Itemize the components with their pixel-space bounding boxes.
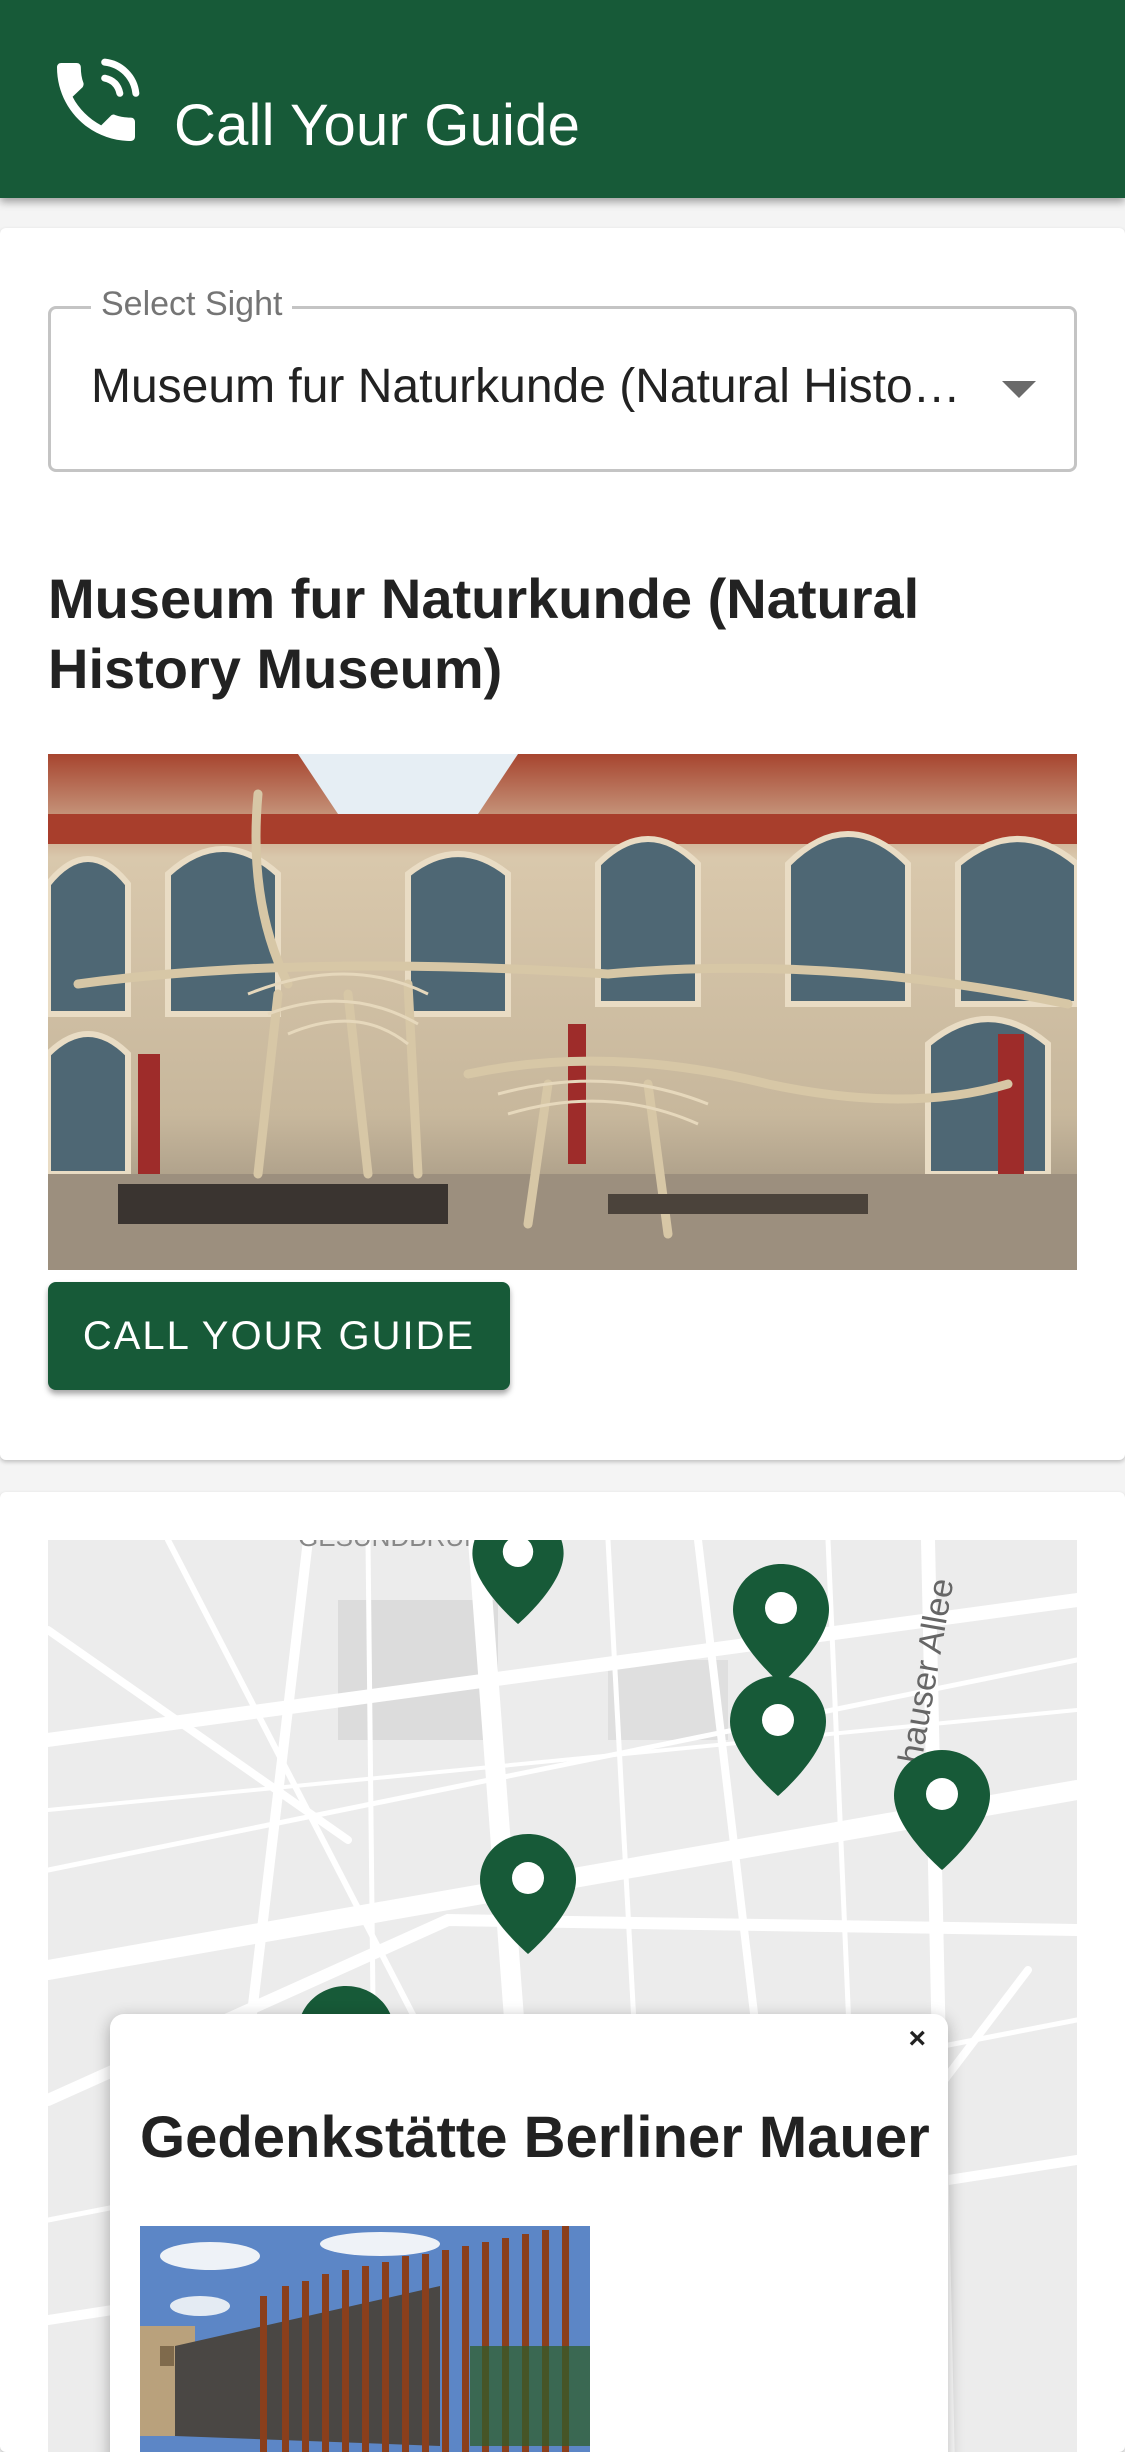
map-pin-icon[interactable]	[730, 1676, 826, 1796]
map[interactable]: GESUNDBRUNNEN hauser Allee × Gedenkstätt…	[48, 1540, 1077, 2452]
map-pin-icon[interactable]	[480, 1834, 576, 1954]
map-pin-icon[interactable]	[733, 1564, 829, 1684]
phone-icon	[57, 58, 140, 141]
sight-photo	[48, 754, 1077, 1270]
popup-photo	[140, 2226, 590, 2452]
popup-title: Gedenkstätte Berliner Mauer	[140, 2105, 930, 2170]
map-pin-icon[interactable]	[470, 1540, 566, 1624]
map-card: GESUNDBRUNNEN hauser Allee × Gedenkstätt…	[0, 1492, 1125, 2452]
sight-card: Select Sight Museum fur Naturkunde (Natu…	[0, 228, 1125, 1460]
call-guide-button[interactable]: CALL YOUR GUIDE	[48, 1282, 510, 1390]
chevron-down-icon[interactable]	[1002, 381, 1036, 398]
sight-title: Museum fur Naturkunde (Natural History M…	[48, 567, 920, 700]
app-bar: Call Your Guide	[0, 0, 1125, 198]
close-icon[interactable]: ×	[908, 2022, 926, 2056]
sight-popup: × Gedenkstätte Berliner Mauer	[110, 2014, 948, 2452]
select-label: Select Sight	[91, 285, 293, 324]
sight-select[interactable]: Select Sight Museum fur Naturkunde (Natu…	[48, 285, 1077, 472]
app-title: Call Your Guide	[174, 93, 581, 158]
map-pin-icon[interactable]	[894, 1750, 990, 1870]
select-value: Museum fur Naturkunde (Natural History M…	[91, 360, 971, 413]
